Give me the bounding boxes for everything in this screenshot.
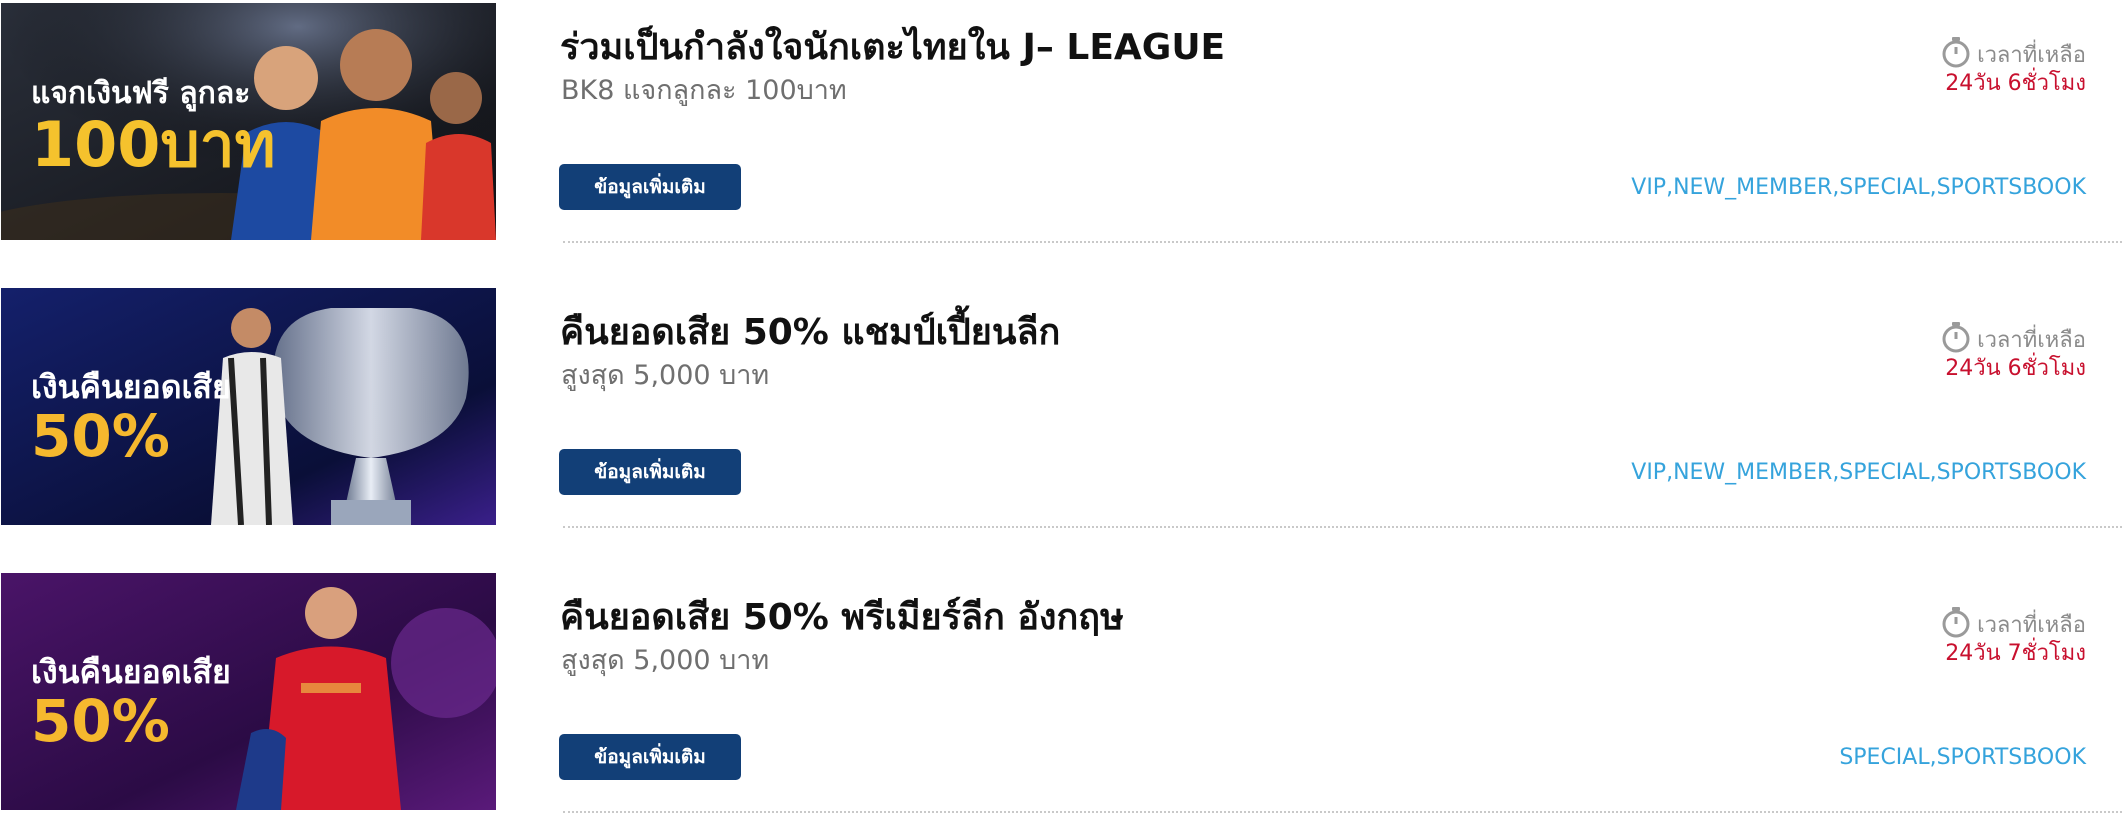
promotion-card-j-league: แจกเงินฟรี ลูกละ 100บาท ร่วมเป็นกำลังใจน… [0, 3, 2122, 243]
time-remaining: เวลาที่เหลือ [1941, 36, 2086, 72]
promotion-banner[interactable]: แจกเงินฟรี ลูกละ 100บาท [1, 3, 496, 240]
promotion-tags: VIP,NEW_MEMBER,SPECIAL,SPORTSBOOK [1631, 175, 2086, 200]
time-remaining-value: 24วัน 6ชั่วโมง [1945, 71, 2086, 96]
promotion-tags: VIP,NEW_MEMBER,SPECIAL,SPORTSBOOK [1631, 460, 2086, 485]
promotion-banner[interactable]: เงินคืนยอดเสีย 50% [1, 288, 496, 525]
banner-line2: 50% [31, 402, 170, 470]
promotion-title: คืนยอดเสีย 50% พรีเมียร์ลีก อังกฤษ [560, 597, 1124, 638]
promotion-subtitle: สูงสุด 5,000 บาท [561, 645, 770, 676]
promotion-title: ร่วมเป็นกำลังใจนักเตะไทยใน J– LEAGUE [560, 27, 1226, 68]
time-remaining: เวลาที่เหลือ [1941, 606, 2086, 642]
more-info-button[interactable]: ข้อมูลเพิ่มเติม [559, 734, 741, 780]
time-remaining-label: เวลาที่เหลือ [1977, 327, 2086, 353]
promotion-subtitle: BK8 แจกลูกละ 100บาท [561, 75, 847, 106]
promotion-banner[interactable]: เงินคืนยอดเสีย 50% [1, 573, 496, 810]
stopwatch-icon [1941, 321, 1971, 357]
time-remaining-label: เวลาที่เหลือ [1977, 42, 2086, 68]
promotion-card-premier-league: เงินคืนยอดเสีย 50% คืนยอดเสีย 50% พรีเมี… [0, 573, 2122, 813]
time-remaining: เวลาที่เหลือ [1941, 321, 2086, 357]
time-remaining-label: เวลาที่เหลือ [1977, 612, 2086, 638]
divider [563, 526, 2122, 528]
banner-line1: เงินคืนยอดเสีย [31, 368, 231, 406]
time-remaining-value: 24วัน 6ชั่วโมง [1945, 356, 2086, 381]
divider [563, 241, 2122, 243]
banner-artwork: เงินคืนยอดเสีย 50% [1, 573, 496, 810]
banner-line1: เงินคืนยอดเสีย [31, 653, 231, 691]
promotion-subtitle: สูงสุด 5,000 บาท [561, 360, 770, 391]
more-info-button[interactable]: ข้อมูลเพิ่มเติม [559, 449, 741, 495]
banner-artwork: แจกเงินฟรี ลูกละ 100บาท [1, 3, 496, 240]
promotion-card-champions-league: เงินคืนยอดเสีย 50% คืนยอดเสีย 50% แชมป์เ… [0, 288, 2122, 528]
banner-line2: 50% [31, 687, 170, 755]
banner-artwork: เงินคืนยอดเสีย 50% [1, 288, 496, 525]
banner-line2: 100บาท [31, 108, 275, 181]
promotion-tags: SPECIAL,SPORTSBOOK [1839, 745, 2086, 770]
promotion-title: คืนยอดเสีย 50% แชมป์เปี้ยนลีก [560, 312, 1061, 353]
more-info-button[interactable]: ข้อมูลเพิ่มเติม [559, 164, 741, 210]
stopwatch-icon [1941, 36, 1971, 72]
banner-line1: แจกเงินฟรี ลูกละ [31, 76, 250, 112]
time-remaining-value: 24วัน 7ชั่วโมง [1945, 641, 2086, 666]
stopwatch-icon [1941, 606, 1971, 642]
